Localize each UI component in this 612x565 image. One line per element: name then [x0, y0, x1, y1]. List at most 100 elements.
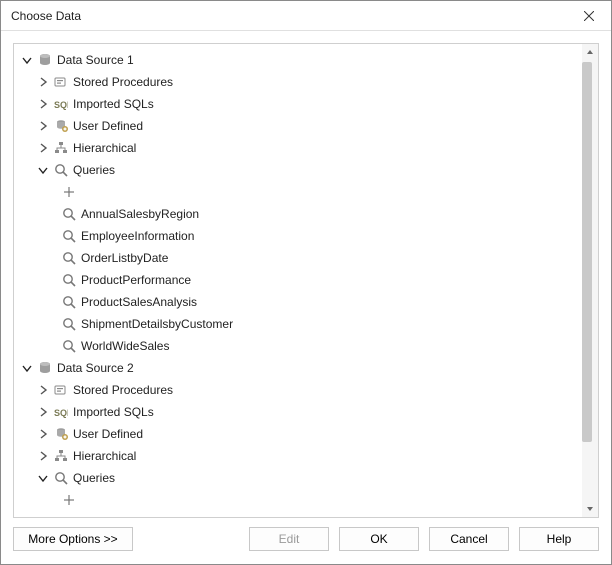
- tree-item-label: Data Source 2: [57, 357, 134, 379]
- dialog-choose-data: Choose Data Data Source 1Stored Procedur…: [0, 0, 612, 565]
- scroll-up-button[interactable]: [582, 44, 598, 60]
- user-defined-icon: [53, 118, 69, 134]
- expand-toggle[interactable]: [37, 98, 49, 110]
- tree-item-label: Hierarchical: [73, 445, 136, 467]
- chevron-right-icon: [38, 429, 48, 439]
- scroll-track[interactable]: [582, 60, 598, 501]
- tree-item-label: Queries: [73, 159, 115, 181]
- database-icon: [37, 360, 53, 376]
- close-icon: [584, 11, 594, 21]
- expand-toggle[interactable]: [37, 384, 49, 396]
- query-icon: [61, 294, 77, 310]
- help-button[interactable]: Help: [519, 527, 599, 551]
- more-options-button[interactable]: More Options >>: [13, 527, 133, 551]
- expand-toggle[interactable]: [37, 120, 49, 132]
- tree-item-label: User Defined: [73, 115, 143, 137]
- dialog-title: Choose Data: [11, 9, 81, 23]
- vertical-scrollbar[interactable]: [582, 44, 598, 517]
- tree-category-hierarchical[interactable]: Hierarchical: [19, 445, 582, 467]
- tree-item-label: Stored Procedures: [73, 71, 173, 93]
- tree-query-item[interactable]: ShipmentDetailsbyCustomer: [19, 313, 582, 335]
- tree-item-label: Stored Procedures: [73, 379, 173, 401]
- query-icon: [53, 162, 69, 178]
- query-icon: [61, 316, 77, 332]
- chevron-right-icon: [38, 451, 48, 461]
- tree-item-label: Imported SQLs: [73, 401, 154, 423]
- sql-icon: [53, 96, 69, 112]
- expand-toggle[interactable]: [37, 406, 49, 418]
- database-icon: [37, 52, 53, 68]
- tree-query-item[interactable]: EmployeeInformation: [19, 225, 582, 247]
- tree-item-label: Data Source 1: [57, 49, 134, 71]
- tree-category-queries[interactable]: Queries: [19, 159, 582, 181]
- tree-query-item[interactable]: OrderListbyDate: [19, 247, 582, 269]
- tree-item-label: Queries: [73, 467, 115, 489]
- tree-item-label: EmployeeInformation: [81, 225, 194, 247]
- tree-category-hierarchical[interactable]: Hierarchical: [19, 137, 582, 159]
- query-icon: [61, 206, 77, 222]
- chevron-down-icon: [22, 55, 32, 65]
- expand-toggle[interactable]: [37, 142, 49, 154]
- chevron-right-icon: [38, 407, 48, 417]
- tree-query-item[interactable]: AnnualSalesbyRegion: [19, 203, 582, 225]
- query-icon: [61, 272, 77, 288]
- tree-new-query[interactable]: [19, 489, 582, 511]
- tree-category-stored-procedures[interactable]: Stored Procedures: [19, 379, 582, 401]
- tree-data-source[interactable]: Data Source 1: [19, 49, 582, 71]
- tree-item-label: ProductSalesAnalysis: [81, 291, 197, 313]
- titlebar: Choose Data: [1, 1, 611, 31]
- tree-item-label: OrderListbyDate: [81, 247, 168, 269]
- query-icon: [53, 470, 69, 486]
- tree-category-user-defined[interactable]: User Defined: [19, 115, 582, 137]
- tree-item-label: ProductPerformance: [81, 269, 191, 291]
- tree-category-stored-procedures[interactable]: Stored Procedures: [19, 71, 582, 93]
- tree-new-query[interactable]: [19, 181, 582, 203]
- chevron-down-icon: [22, 363, 32, 373]
- tree-query-item[interactable]: ProductPerformance: [19, 269, 582, 291]
- tree-item-label: AnnualSalesbyRegion: [81, 203, 199, 225]
- user-defined-icon: [53, 426, 69, 442]
- collapse-toggle[interactable]: [37, 472, 49, 484]
- chevron-down-icon: [38, 165, 48, 175]
- collapse-toggle[interactable]: [21, 362, 33, 374]
- tree-item-label: WorldWideSales: [81, 335, 169, 357]
- tree-category-imported-sqls[interactable]: Imported SQLs: [19, 401, 582, 423]
- sql-icon: [53, 404, 69, 420]
- tree-item-label: User Defined: [73, 423, 143, 445]
- tree-query-item[interactable]: ProductSalesAnalysis: [19, 291, 582, 313]
- chevron-right-icon: [38, 121, 48, 131]
- expand-toggle[interactable]: [37, 450, 49, 462]
- tree-item-label: ShipmentDetailsbyCustomer: [81, 313, 233, 335]
- edit-button[interactable]: Edit: [249, 527, 329, 551]
- dialog-body: Data Source 1Stored ProceduresImported S…: [1, 31, 611, 564]
- collapse-toggle[interactable]: [21, 54, 33, 66]
- data-source-tree[interactable]: Data Source 1Stored ProceduresImported S…: [14, 44, 582, 517]
- scroll-down-button[interactable]: [582, 501, 598, 517]
- hierarchical-icon: [53, 448, 69, 464]
- tree-item-label: Hierarchical: [73, 137, 136, 159]
- stored-procedures-icon: [53, 74, 69, 90]
- plus-icon: [61, 492, 77, 508]
- chevron-down-icon: [38, 473, 48, 483]
- cancel-button[interactable]: Cancel: [429, 527, 509, 551]
- close-button[interactable]: [567, 1, 611, 31]
- scroll-thumb[interactable]: [582, 62, 592, 442]
- tree-item-label: Imported SQLs: [73, 93, 154, 115]
- query-icon: [61, 228, 77, 244]
- expand-toggle[interactable]: [37, 428, 49, 440]
- tree-category-imported-sqls[interactable]: Imported SQLs: [19, 93, 582, 115]
- chevron-right-icon: [38, 77, 48, 87]
- dialog-button-row: More Options >> Edit OK Cancel Help: [13, 518, 599, 552]
- tree-category-user-defined[interactable]: User Defined: [19, 423, 582, 445]
- expand-toggle[interactable]: [37, 76, 49, 88]
- plus-icon: [61, 184, 77, 200]
- chevron-right-icon: [38, 385, 48, 395]
- chevron-right-icon: [38, 143, 48, 153]
- chevron-right-icon: [38, 99, 48, 109]
- tree-panel: Data Source 1Stored ProceduresImported S…: [13, 43, 599, 518]
- ok-button[interactable]: OK: [339, 527, 419, 551]
- tree-data-source[interactable]: Data Source 2: [19, 357, 582, 379]
- tree-category-queries[interactable]: Queries: [19, 467, 582, 489]
- tree-query-item[interactable]: WorldWideSales: [19, 335, 582, 357]
- collapse-toggle[interactable]: [37, 164, 49, 176]
